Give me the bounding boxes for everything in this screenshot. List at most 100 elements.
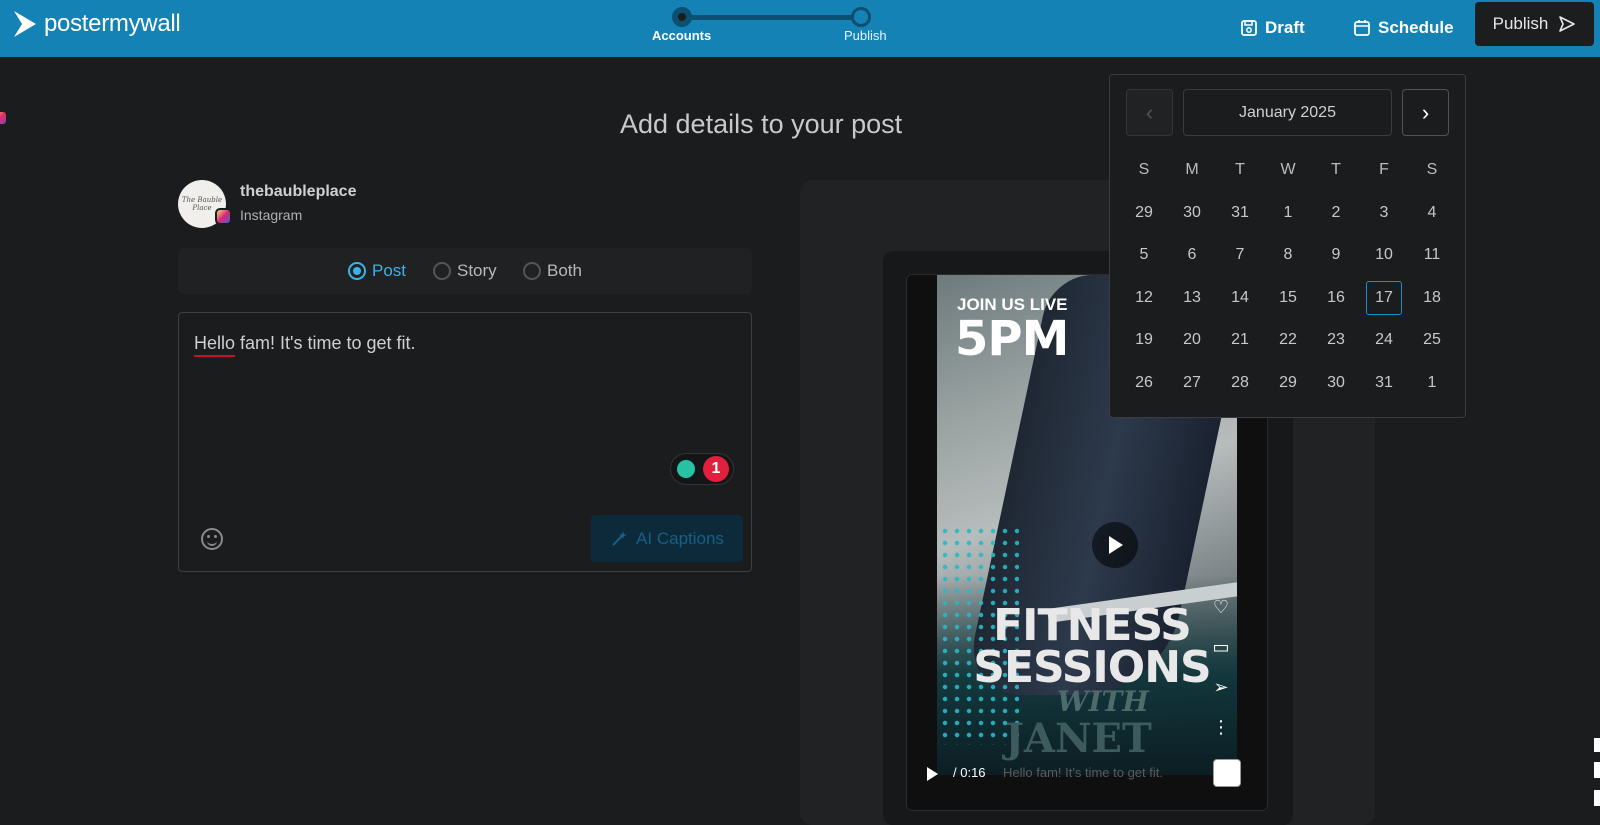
calendar-day[interactable]: 30: [1168, 192, 1216, 235]
account-platform: Instagram: [240, 207, 303, 223]
calendar-day[interactable]: 26: [1120, 362, 1168, 405]
post-type-story[interactable]: Story: [433, 261, 497, 281]
top-bar: postermywall Accounts Publish Draft Sche…: [0, 0, 1600, 57]
post-type-both-label: Both: [547, 261, 582, 280]
calendar-day[interactable]: 12: [1120, 277, 1168, 320]
schedule-button[interactable]: Schedule: [1353, 12, 1454, 44]
step-publish-dot[interactable]: [851, 7, 871, 27]
step-publish-label[interactable]: Publish: [844, 28, 887, 43]
calendar-day[interactable]: 16: [1312, 277, 1360, 320]
day-number: 1: [1427, 373, 1437, 391]
calendar-day[interactable]: 18: [1408, 277, 1456, 320]
save-icon: [1241, 20, 1257, 36]
preview-account-avatar: [1213, 759, 1241, 787]
calendar-day[interactable]: 11: [1408, 234, 1456, 277]
calendar-day[interactable]: 23: [1312, 319, 1360, 362]
day-number: 8: [1283, 246, 1293, 264]
day-number: 25: [1423, 331, 1441, 349]
calendar-day[interactable]: 30: [1312, 362, 1360, 405]
video-text-time: 5PM: [955, 311, 1069, 367]
weekday-header: S: [1426, 161, 1438, 179]
post-type-post[interactable]: Post: [348, 261, 406, 281]
next-month-button[interactable]: ›: [1402, 89, 1449, 136]
misspelled-word[interactable]: Hello: [194, 333, 235, 353]
page-title: Add details to your post: [620, 109, 903, 139]
calendar-day[interactable]: 14: [1216, 277, 1264, 320]
draft-button[interactable]: Draft: [1240, 12, 1305, 44]
calendar-day[interactable]: 4: [1408, 192, 1456, 235]
day-number: 5: [1139, 246, 1149, 264]
logo-text: postermywall: [44, 10, 181, 37]
caption-text[interactable]: Hello fam! It's time to get fit.: [194, 333, 416, 354]
schedule-calendar: ‹ January 2025 › S M T W T F S 29 30 31 1 2 3 4 5 6 7 8 9 1…: [1109, 74, 1466, 418]
video-time: / 0:16: [953, 765, 986, 780]
day-number: 29: [1135, 203, 1153, 221]
day-number: 31: [1231, 203, 1249, 221]
step-accounts-label[interactable]: Accounts: [652, 28, 711, 43]
calendar-day[interactable]: 20: [1168, 319, 1216, 362]
preview-caption: Hello fam! It's time to get fit.: [1003, 765, 1163, 780]
day-number: 9: [1331, 246, 1341, 264]
post-type-post-label: Post: [372, 261, 407, 280]
weekday-header: T: [1331, 161, 1341, 179]
instagram-edge-icon[interactable]: [0, 112, 6, 124]
calendar-day[interactable]: 10: [1360, 234, 1408, 277]
calendar-day[interactable]: 28: [1216, 362, 1264, 405]
calendar-day[interactable]: 29: [1264, 362, 1312, 405]
calendar-day[interactable]: 27: [1168, 362, 1216, 405]
comment-icon: ▭: [1212, 637, 1230, 657]
calendar-day[interactable]: 21: [1216, 319, 1264, 362]
radio-selected-icon: [348, 262, 366, 280]
day-number: 14: [1231, 288, 1249, 306]
edge-fragment: [1594, 738, 1600, 752]
calendar-day[interactable]: 13: [1168, 277, 1216, 320]
control-play-icon[interactable]: [927, 767, 938, 781]
day-number: 30: [1183, 203, 1201, 221]
calendar-day[interactable]: 8: [1264, 234, 1312, 277]
calendar-day[interactable]: 3: [1360, 192, 1408, 235]
calendar-day[interactable]: 19: [1120, 319, 1168, 362]
calendar-day[interactable]: 31: [1360, 362, 1408, 405]
play-icon[interactable]: [1092, 522, 1138, 568]
magic-wand-icon: [612, 530, 628, 546]
step-accounts-dot[interactable]: [672, 7, 692, 27]
video-text-janet: JANET: [1005, 715, 1152, 762]
emoji-icon[interactable]: [201, 528, 223, 550]
ai-captions-label: AI Captions: [636, 528, 724, 548]
lightbulb-icon: [677, 460, 695, 478]
calendar-day[interactable]: 29: [1120, 192, 1168, 235]
calendar-day[interactable]: 9: [1312, 234, 1360, 277]
heart-icon: ♡: [1212, 597, 1230, 617]
calendar-day[interactable]: 22: [1264, 319, 1312, 362]
calendar-day[interactable]: 7: [1216, 234, 1264, 277]
grammar-hint-button[interactable]: 1: [670, 453, 734, 485]
calendar-day[interactable]: 24: [1360, 319, 1408, 362]
post-type-both[interactable]: Both: [523, 261, 582, 281]
day-number: 27: [1183, 373, 1201, 391]
hint-count-badge: 1: [703, 456, 729, 482]
day-number: 13: [1183, 288, 1201, 306]
publish-button[interactable]: Publish: [1475, 2, 1594, 46]
day-number: 15: [1279, 288, 1297, 306]
calendar-day[interactable]: 5: [1120, 234, 1168, 277]
day-number: 10: [1375, 246, 1393, 264]
calendar-day[interactable]: 15: [1264, 277, 1312, 320]
calendar-day[interactable]: 25: [1408, 319, 1456, 362]
post-type-selector: Post Story Both: [178, 248, 752, 294]
calendar-day[interactable]: 2: [1312, 192, 1360, 235]
calendar-day[interactable]: 31: [1216, 192, 1264, 235]
logo[interactable]: postermywall: [12, 9, 181, 39]
month-label[interactable]: January 2025: [1183, 89, 1392, 136]
calendar-day[interactable]: 6: [1168, 234, 1216, 277]
calendar-day[interactable]: 1: [1408, 362, 1456, 405]
ai-captions-button[interactable]: AI Captions: [591, 515, 743, 562]
preview-actions: ♡ ▭ ➢ ⋮: [1209, 597, 1233, 737]
send-icon: [1559, 16, 1576, 32]
calendar-day-selected[interactable]: 17: [1360, 277, 1408, 320]
day-number: 31: [1375, 373, 1393, 391]
publish-label: Publish: [1492, 14, 1549, 33]
prev-month-button[interactable]: ‹: [1126, 89, 1173, 136]
caption-editor[interactable]: Hello fam! It's time to get fit. 1 AI Ca…: [178, 312, 752, 572]
weekday-header: M: [1185, 161, 1199, 179]
calendar-day[interactable]: 1: [1264, 192, 1312, 235]
